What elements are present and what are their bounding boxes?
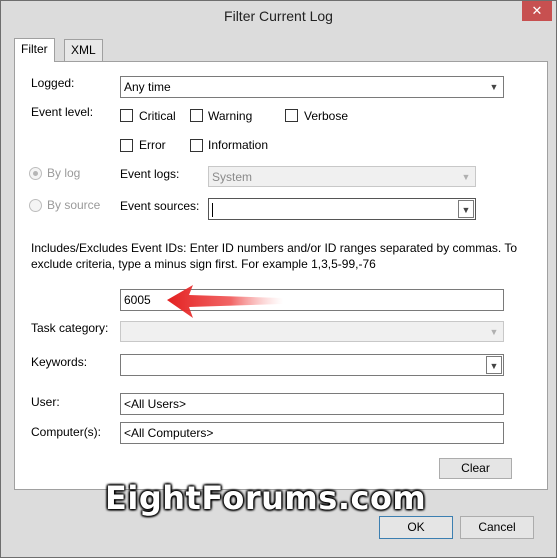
clear-button[interactable]: Clear [439,458,512,479]
computer-label: Computer(s): [31,425,102,439]
by-log-label: By log [47,166,81,180]
logged-value: Any time [124,80,171,94]
event-sources-dropdown[interactable]: ▼ [208,198,476,220]
information-label: Information [208,138,269,152]
tab-xml[interactable]: XML [64,39,103,61]
title-bar[interactable]: Filter Current Log ✕ [1,1,556,31]
close-button[interactable]: ✕ [522,1,552,21]
filter-panel: Logged: Any time ▼ Event level: Critical… [14,61,548,490]
chevron-down-icon: ▼ [458,200,474,218]
task-category-label: Task category: [31,321,109,335]
chevron-down-icon: ▼ [461,172,471,182]
computer-input[interactable]: <All Computers> [120,422,504,444]
computer-value: <All Computers> [124,426,214,440]
event-logs-value: System [212,170,253,184]
red-arrow-icon [167,285,283,318]
chevron-down-icon: ▼ [489,82,499,92]
keywords-label: Keywords: [31,355,88,369]
logged-label: Logged: [31,76,75,90]
event-level-label: Event level: [31,105,94,119]
by-source-radio[interactable] [29,199,42,212]
event-logs-label: Event logs: [120,167,180,181]
text-caret [212,202,213,217]
user-input[interactable]: <All Users> [120,393,504,415]
task-category-dropdown[interactable]: ▼ [120,321,504,342]
filter-dialog: Filter Current Log ✕ Filter XML Logged: … [0,0,557,558]
warning-label: Warning [208,109,253,123]
logged-dropdown[interactable]: Any time ▼ [120,76,504,98]
by-source-label: By source [47,198,101,212]
event-ids-help-text: Includes/Excludes Event IDs: Enter ID nu… [31,241,518,271]
cancel-button[interactable]: Cancel [460,516,534,539]
chevron-down-icon: ▼ [489,327,499,337]
verbose-label: Verbose [304,109,349,123]
chevron-down-icon: ▼ [486,356,502,374]
event-logs-dropdown[interactable]: System ▼ [208,166,476,187]
tab-filter[interactable]: Filter [14,38,55,62]
dialog-title: Filter Current Log [224,8,333,24]
verbose-checkbox[interactable] [285,109,298,122]
event-ids-value: 6005 [124,293,151,307]
critical-checkbox[interactable] [120,109,133,122]
user-label: User: [31,395,60,409]
error-label: Error [139,138,166,152]
by-log-radio[interactable] [29,167,42,180]
error-checkbox[interactable] [120,139,133,152]
ok-button[interactable]: OK [379,516,453,539]
event-sources-label: Event sources: [120,199,200,213]
keywords-dropdown[interactable]: ▼ [120,354,504,376]
close-icon: ✕ [531,3,543,18]
warning-checkbox[interactable] [190,109,203,122]
user-value: <All Users> [124,397,187,411]
critical-label: Critical [139,109,176,123]
eightforums-watermark: EightForums.com [105,479,427,517]
information-checkbox[interactable] [190,139,203,152]
